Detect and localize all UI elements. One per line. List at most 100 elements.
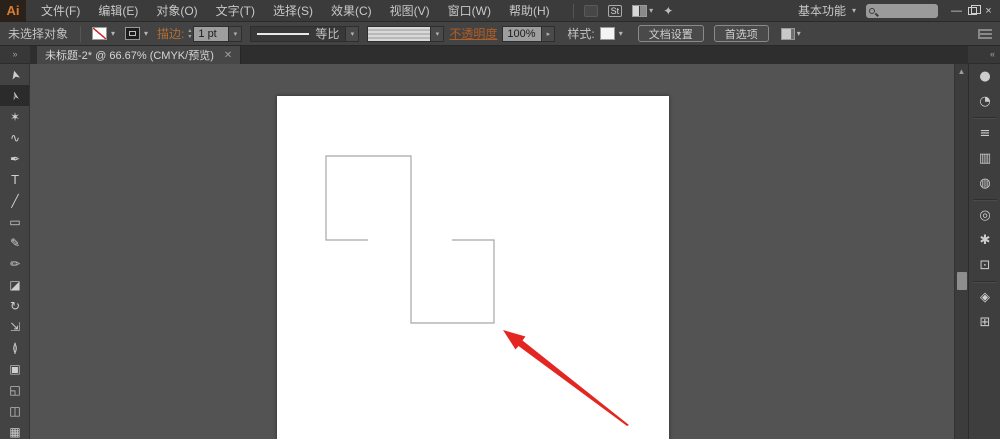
bridge-icon[interactable] xyxy=(583,4,598,17)
tool-free-transform[interactable]: ▣ xyxy=(0,358,29,379)
search-input[interactable] xyxy=(878,5,933,16)
vertical-scrollbar[interactable]: ▲ xyxy=(954,64,968,439)
tool-line-segment[interactable]: ╱ xyxy=(0,190,29,211)
stroke-profile-preview xyxy=(257,32,310,35)
opacity-field[interactable]: 100% xyxy=(502,25,543,42)
stroke-profile-dropdown[interactable]: 等比 xyxy=(250,25,347,42)
document-tab-title: 未标题-2* @ 66.67% (CMYK/预览) xyxy=(45,50,214,62)
restore-icon xyxy=(968,4,981,15)
panel-artboards[interactable]: ⊞ xyxy=(969,310,1000,335)
panel-graphic-styles[interactable]: ✱ xyxy=(969,228,1000,253)
stroke-weight-dropdown[interactable]: ▾ xyxy=(229,25,243,42)
stroke-profile-caret[interactable]: ▾ xyxy=(346,25,360,42)
tool-magic-wand[interactable]: ✶ xyxy=(0,106,29,127)
divider xyxy=(80,25,81,42)
tool-rectangle[interactable]: ▭ xyxy=(0,211,29,232)
arrange-documents-button[interactable]: ▾ xyxy=(632,4,653,17)
menu-item-view[interactable]: 视图(V) xyxy=(381,0,439,22)
tool-paintbrush[interactable]: ✎ xyxy=(0,232,29,253)
document-tab-bar: 未标题-2* @ 66.67% (CMYK/预览) ✕ xyxy=(30,46,968,64)
menu-item-edit[interactable]: 编辑(E) xyxy=(89,0,147,22)
controlbar-collapse-icon[interactable] xyxy=(978,29,992,39)
artboard[interactable] xyxy=(277,96,669,439)
chevron-down-icon: ▾ xyxy=(144,29,149,38)
tool-perspective-grid[interactable]: ◫ xyxy=(0,400,29,421)
panel-sep1[interactable] xyxy=(969,114,1000,121)
tool-shape-builder[interactable]: ◱ xyxy=(0,379,29,400)
tools-panel: ➤➢✶∿✒T╱▭✎✏◪↻⇲≬▣◱◫▦▥✐ xyxy=(0,64,30,439)
tool-mesh[interactable]: ▦ xyxy=(0,421,29,439)
scroll-up-icon[interactable]: ▲ xyxy=(955,67,968,76)
menu-bar: Ai 文件(F) 编辑(E) 对象(O) 文字(T) 选择(S) 效果(C) 视图(V) 窗口… xyxy=(0,0,1000,22)
tool-rotate[interactable]: ↻ xyxy=(0,295,29,316)
tool-pencil[interactable]: ✏ xyxy=(0,253,29,274)
panel-color[interactable]: ● xyxy=(969,64,1000,89)
stroke-weight-label[interactable]: 描边: xyxy=(157,25,184,42)
selection-status: 未选择对象 xyxy=(8,27,69,41)
panel-stroke[interactable]: ≡ xyxy=(969,121,1000,146)
stroke-color-control[interactable]: ▾ xyxy=(125,27,148,40)
workspace-label: 基本功能 xyxy=(797,4,846,18)
menu-item-window[interactable]: 窗口(W) xyxy=(439,0,500,22)
panel-sep2[interactable] xyxy=(969,196,1000,203)
scrollbar-thumb[interactable] xyxy=(957,272,967,290)
brush-definition-dropdown[interactable] xyxy=(367,25,432,42)
brush-definition-caret[interactable]: ▾ xyxy=(431,25,445,42)
preferences-button[interactable]: 首选项 xyxy=(713,25,769,42)
restore-button[interactable] xyxy=(965,3,981,18)
annotation-arrow xyxy=(503,330,629,426)
stroke-weight-field[interactable]: 1 pt xyxy=(193,25,230,42)
stepper-down-icon[interactable]: ▾ xyxy=(188,34,191,40)
close-button[interactable]: × xyxy=(981,3,996,18)
share-icon[interactable]: ✦ xyxy=(663,4,673,18)
tool-width[interactable]: ≬ xyxy=(0,337,29,358)
stroke-weight-stepper[interactable]: ▴ ▾ xyxy=(188,28,191,40)
menu-item-help[interactable]: 帮助(H) xyxy=(500,0,559,22)
artboard-canvas xyxy=(325,155,629,426)
tab-close-icon[interactable]: ✕ xyxy=(224,50,232,61)
panel-gradient[interactable]: ▥ xyxy=(969,146,1000,171)
panel-symbols[interactable]: ⊡ xyxy=(969,253,1000,278)
panel-color-guide[interactable]: ◔ xyxy=(969,89,1000,114)
minimize-button[interactable]: — xyxy=(949,3,964,18)
document-tab[interactable]: 未标题-2* @ 66.67% (CMYK/预览) ✕ xyxy=(37,46,242,64)
search-box[interactable] xyxy=(866,3,938,18)
opacity-link[interactable]: 不透明度 xyxy=(449,25,497,42)
chevron-down-icon: ▾ xyxy=(618,29,623,38)
pen-path[interactable] xyxy=(325,155,495,324)
panel-layers[interactable]: ◈ xyxy=(969,285,1000,310)
fill-color-control[interactable]: ▾ xyxy=(92,27,115,40)
panel-dock: ● ◔ ≡ ▥ ◍ ◎ ✱ ⊡ ◈ ⊞ xyxy=(968,64,1000,439)
tool-pen[interactable]: ✒ xyxy=(0,148,29,169)
panel-transparency[interactable]: ◍ xyxy=(969,171,1000,196)
tools-panel-toggle[interactable]: » xyxy=(0,46,30,64)
preferences-panel-icon[interactable] xyxy=(780,27,795,40)
stroke-color-swatch[interactable] xyxy=(125,27,141,40)
style-swatch[interactable] xyxy=(599,27,615,40)
tool-type[interactable]: T xyxy=(0,169,29,190)
dock-expand-toggle[interactable]: « xyxy=(968,46,1000,64)
tool-selection[interactable]: ➤ xyxy=(0,64,29,85)
menu-item-object[interactable]: 对象(O) xyxy=(147,0,206,22)
opacity-caret[interactable]: ▸ xyxy=(542,25,556,42)
panel-sep3[interactable] xyxy=(969,278,1000,285)
panel-appearance[interactable]: ◎ xyxy=(969,203,1000,228)
stroke-profile-label: 等比 xyxy=(315,27,340,41)
stock-icon[interactable]: St xyxy=(607,4,623,17)
search-icon xyxy=(869,7,875,14)
menu-items: 文件(F) 编辑(E) 对象(O) 文字(T) 选择(S) 效果(C) 视图(V) 窗口(W)… xyxy=(32,0,559,22)
fill-none-swatch[interactable] xyxy=(92,27,107,40)
document-setup-button[interactable]: 文档设置 xyxy=(637,25,704,42)
chevron-down-icon: ▾ xyxy=(796,29,801,38)
menu-item-select[interactable]: 选择(S) xyxy=(264,0,322,22)
style-control[interactable]: ▾ xyxy=(599,27,623,40)
tool-scale[interactable]: ⇲ xyxy=(0,316,29,337)
menu-item-effect[interactable]: 效果(C) xyxy=(322,0,381,22)
menu-item-type[interactable]: 文字(T) xyxy=(207,0,264,22)
control-bar: 未选择对象 ▾ ▾ 描边: ▴ ▾ 1 pt ▾ 等比 ▾ ▾ 不透明度 100… xyxy=(0,22,1000,46)
menu-item-file[interactable]: 文件(F) xyxy=(32,0,89,22)
tool-lasso[interactable]: ∿ xyxy=(0,127,29,148)
tool-eraser[interactable]: ◪ xyxy=(0,274,29,295)
tool-direct-selection[interactable]: ➢ xyxy=(0,85,29,106)
workspace-switcher[interactable]: 基本功能 ▾ xyxy=(798,2,856,19)
